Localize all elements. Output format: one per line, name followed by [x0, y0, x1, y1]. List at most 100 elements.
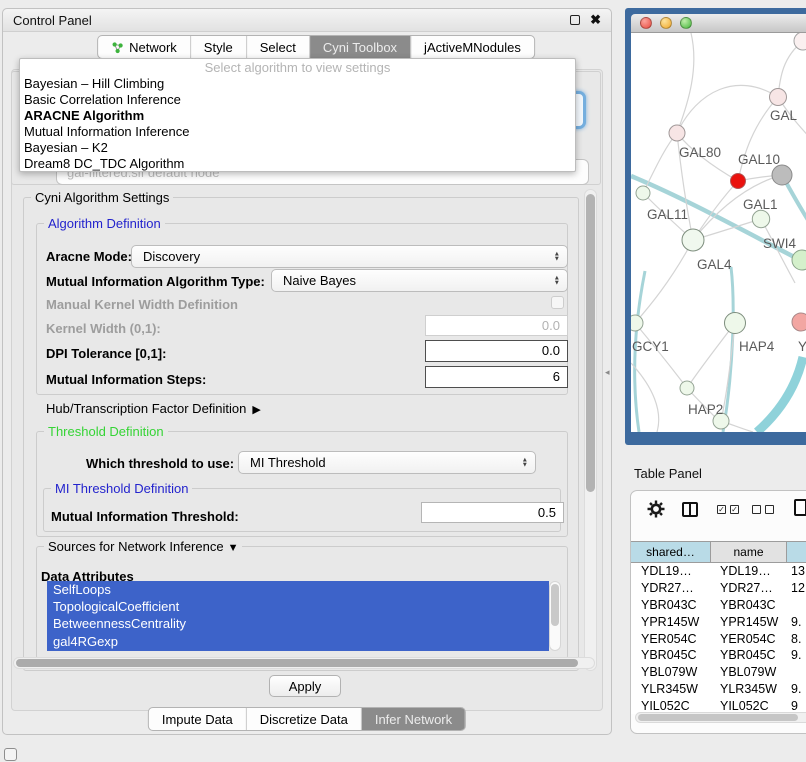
network-node-hap2[interactable]	[680, 381, 694, 395]
tab-infer-network[interactable]: Infer Network	[362, 708, 465, 730]
sources-group-title[interactable]: Sources for Network Inference▼	[44, 539, 242, 554]
node-label-gal4: GAL4	[697, 257, 732, 272]
table-header-name[interactable]: name	[711, 542, 787, 562]
network-node-red[interactable]	[731, 174, 746, 189]
algorithm-option[interactable]: Mutual Information Inference	[20, 124, 575, 140]
network-node-gal80[interactable]	[669, 125, 685, 141]
table-row[interactable]: YLR345WYLR345W9.	[631, 681, 806, 698]
cell-value: 9.	[787, 648, 806, 662]
cell-value: 9.	[787, 615, 806, 629]
control-panel-titlebar[interactable]: Control Panel ✖	[3, 9, 611, 32]
settings-vertical-scrollbar[interactable]	[584, 189, 597, 671]
algorithm-option[interactable]: Basic Correlation Inference	[20, 92, 575, 108]
settings-horizontal-scrollbar[interactable]	[13, 657, 595, 669]
node-label-hap4: HAP4	[739, 339, 775, 354]
tab-jactivemnodules[interactable]: jActiveMNodules	[411, 36, 534, 58]
minimize-traffic-light[interactable]	[660, 17, 672, 29]
node-label-gal10: GAL10	[738, 152, 780, 167]
network-node-gal10[interactable]	[772, 165, 792, 185]
table-row[interactable]: YBL079WYBL079W	[631, 664, 806, 681]
table-row[interactable]: YBR043CYBR043C	[631, 597, 806, 614]
table-row[interactable]: YDL19…YDL19…13	[631, 563, 806, 580]
tab-impute-data[interactable]: Impute Data	[149, 708, 247, 730]
network-node-hap4[interactable]	[725, 313, 746, 334]
algorithm-option-selected[interactable]: ARACNE Algorithm	[20, 108, 575, 124]
tab-cyni-toolbox[interactable]: Cyni Toolbox	[310, 36, 411, 58]
tab-jactivemnodules-label: jActiveMNodules	[424, 40, 521, 55]
network-node-gal11[interactable]	[636, 186, 650, 200]
cell-name: YDR27…	[711, 581, 787, 595]
network-canvas-container: GAL GAL80 GAL10 GAL1 GAL11 GAL4 SWI4 GCY…	[631, 33, 806, 432]
table-row[interactable]: YPR145WYPR145W9.	[631, 613, 806, 630]
manual-kernel-checkbox[interactable]	[551, 296, 564, 309]
mi-steps-field[interactable]: 6	[425, 366, 568, 388]
network-node-gal7[interactable]	[770, 89, 787, 106]
which-threshold-label: Which threshold to use:	[86, 456, 234, 471]
tab-cyni-toolbox-label: Cyni Toolbox	[323, 40, 397, 55]
mi-threshold-field[interactable]: 0.5	[421, 502, 564, 523]
collapsed-panel-icon[interactable]	[4, 748, 17, 761]
cell-name: YIL052C	[711, 699, 787, 713]
table-row[interactable]: YDR27…YDR27…12	[631, 580, 806, 597]
network-canvas[interactable]: GAL GAL80 GAL10 GAL1 GAL11 GAL4 SWI4 GCY…	[631, 33, 806, 432]
attribute-list-scrollbar[interactable]	[549, 581, 561, 651]
table-header-shared-name[interactable]: shared…	[631, 542, 711, 562]
cell-shared-name: YLR345W	[631, 682, 711, 696]
mi-type-combo[interactable]: Naive Bayes ▲▼	[271, 269, 568, 292]
scrollbar-thumb[interactable]	[638, 714, 798, 721]
network-node-gal4[interactable]	[682, 229, 704, 251]
gear-icon[interactable]	[647, 500, 665, 518]
tab-network[interactable]: Network	[98, 36, 191, 58]
control-panel-window: Control Panel ✖ Network Style	[2, 8, 612, 735]
tab-style[interactable]: Style	[191, 36, 247, 58]
close-icon[interactable]: ✖	[590, 15, 601, 25]
cell-name: YPR145W	[711, 615, 787, 629]
network-window-titlebar[interactable]	[631, 14, 806, 33]
threshold-definition-title: Threshold Definition	[44, 424, 168, 439]
zoom-traffic-light[interactable]	[680, 17, 692, 29]
apply-button[interactable]: Apply	[269, 675, 341, 697]
new-table-icon[interactable]	[794, 499, 806, 516]
select-all-columns-icon[interactable]: ✓ ✓	[717, 505, 739, 514]
tab-select[interactable]: Select	[247, 36, 310, 58]
algorithm-dropdown-popup: Select algorithm to view settings Bayesi…	[19, 58, 576, 172]
panel-splitter-handle[interactable]: ◂	[605, 367, 610, 378]
algorithm-option[interactable]: Dream8 DC_TDC Algorithm	[20, 156, 575, 172]
table-header-col3[interactable]	[787, 542, 806, 562]
table-row[interactable]: YER054CYER054C8.	[631, 630, 806, 647]
network-node-salmon[interactable]	[792, 313, 806, 331]
attribute-item-selected[interactable]: TopologicalCoefficient	[47, 598, 549, 615]
algorithm-option[interactable]: Bayesian – K2	[20, 140, 575, 156]
close-traffic-light[interactable]	[640, 17, 652, 29]
data-attributes-list[interactable]: SelfLoops TopologicalCoefficient Between…	[47, 581, 549, 651]
kernel-width-field[interactable]: 0.0	[425, 315, 568, 336]
collapse-down-icon: ▼	[228, 542, 239, 554]
hub-definition-toggle[interactable]: Hub/Transcription Factor Definition▶	[46, 401, 261, 416]
dpi-tolerance-label: DPI Tolerance [0,1]:	[46, 346, 166, 361]
attribute-item-selected[interactable]: BetweennessCentrality	[47, 615, 549, 632]
scrollbar-thumb[interactable]	[551, 584, 559, 626]
scrollbar-thumb[interactable]	[586, 194, 595, 492]
table-panel-card: ✓ ✓ shared… name YDL19…YDL19…13 YDR27…YD…	[630, 490, 806, 734]
cyni-mode-tabbar: Impute Data Discretize Data Infer Networ…	[148, 707, 466, 731]
cell-name: YER054C	[711, 632, 787, 646]
aracne-mode-combo[interactable]: Discovery ▲▼	[131, 245, 568, 268]
split-panel-icon[interactable]	[682, 502, 698, 517]
tab-discretize-data[interactable]: Discretize Data	[247, 708, 362, 730]
network-node-gcy1[interactable]	[631, 315, 643, 331]
network-node-gal1[interactable]	[752, 210, 769, 227]
cell-shared-name: YER054C	[631, 632, 711, 646]
float-window-icon[interactable]	[570, 15, 580, 25]
table-horizontal-scrollbar[interactable]	[635, 712, 806, 723]
which-threshold-combo[interactable]: MI Threshold ▲▼	[238, 451, 536, 474]
deselect-all-columns-icon[interactable]	[752, 505, 774, 514]
control-panel-title: Control Panel	[13, 13, 570, 28]
attribute-item-selected[interactable]: SelfLoops	[47, 581, 549, 598]
network-node-swi4[interactable]	[792, 250, 806, 270]
scrollbar-thumb[interactable]	[16, 659, 578, 667]
algorithm-option[interactable]: Bayesian – Hill Climbing	[20, 76, 575, 92]
cell-value: 9.	[787, 682, 806, 696]
table-row[interactable]: YBR045CYBR045C9.	[631, 647, 806, 664]
attribute-item-selected[interactable]: gal4RGexp	[47, 633, 549, 650]
dpi-tolerance-field[interactable]: 0.0	[425, 340, 568, 362]
